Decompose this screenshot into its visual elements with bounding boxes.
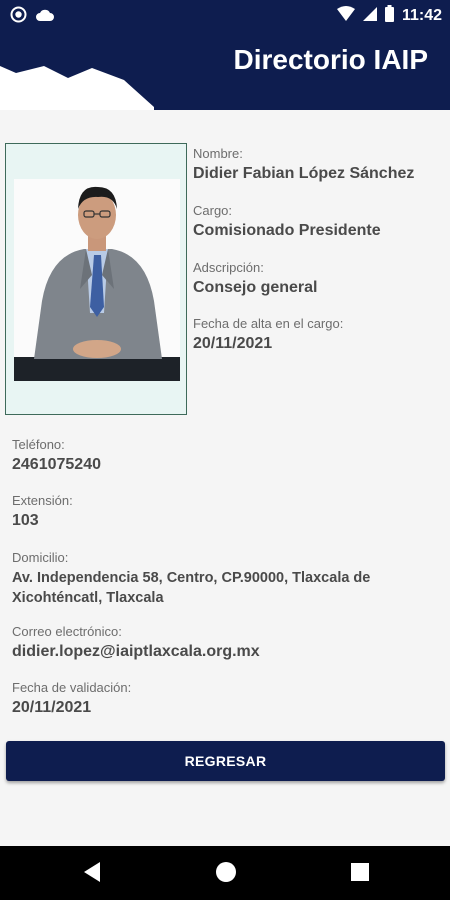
cargo-label: Cargo: bbox=[193, 203, 233, 218]
field-fecha-validacion: Fecha de validación: 20/11/2021 bbox=[12, 680, 131, 717]
circle-icon bbox=[10, 6, 27, 28]
field-fecha-alta: Fecha de alta en el cargo: 20/11/2021 bbox=[193, 316, 343, 353]
person-photo bbox=[14, 179, 180, 381]
adscripcion-label: Adscripción: bbox=[193, 260, 264, 275]
domicilio-value-line2: Xicohténcatl, Tlaxcala bbox=[12, 590, 164, 606]
nombre-value: Didier Fabian López Sánchez bbox=[193, 165, 415, 182]
nombre-label: Nombre: bbox=[193, 146, 243, 161]
cargo-value: Comisionado Presidente bbox=[193, 222, 381, 239]
field-nombre: Nombre: Didier Fabian López Sánchez bbox=[193, 146, 414, 183]
signal-icon bbox=[362, 6, 377, 27]
app-header: Directorio IAIP bbox=[0, 30, 450, 110]
home-nav-icon[interactable] bbox=[214, 860, 238, 889]
back-nav-icon[interactable] bbox=[82, 860, 102, 889]
field-correo: Correo electrónico: didier.lopez@iaiptla… bbox=[12, 624, 260, 661]
status-bar: 11:42 bbox=[0, 0, 450, 30]
fecha-alta-label: Fecha de alta en el cargo: bbox=[193, 316, 344, 331]
extension-value: 103 bbox=[12, 512, 39, 529]
page-title: Directorio IAIP bbox=[233, 44, 428, 75]
extension-label: Extensión: bbox=[12, 493, 73, 508]
field-extension: Extensión: 103 bbox=[12, 493, 73, 530]
correo-value: didier.lopez@iaiptlaxcala.org.mx bbox=[12, 643, 260, 660]
correo-label: Correo electrónico: bbox=[12, 624, 122, 639]
back-button[interactable]: REGRESAR bbox=[6, 741, 445, 781]
field-domicilio: Domicilio: Av. Independencia 58, Centro,… bbox=[12, 550, 437, 608]
telefono-value: 2461075240 bbox=[12, 456, 101, 473]
domicilio-label: Domicilio: bbox=[12, 550, 69, 565]
battery-icon bbox=[384, 5, 394, 27]
field-cargo: Cargo: Comisionado Presidente bbox=[193, 203, 381, 240]
clock-time: 11:42 bbox=[401, 7, 442, 24]
telefono-label: Teléfono: bbox=[12, 437, 65, 452]
domicilio-value-line1: Av. Independencia 58, Centro, CP.90000, … bbox=[12, 570, 371, 586]
field-telefono: Teléfono: 2461075240 bbox=[12, 437, 101, 474]
profile-photo bbox=[5, 143, 187, 415]
fecha-validacion-value: 20/11/2021 bbox=[12, 699, 92, 716]
fecha-validacion-label: Fecha de validación: bbox=[12, 680, 132, 695]
system-nav-bar bbox=[0, 846, 450, 900]
recents-nav-icon[interactable] bbox=[350, 862, 370, 887]
cloud-icon bbox=[35, 8, 55, 27]
field-adscripcion: Adscripción: Consejo general bbox=[193, 260, 317, 297]
wifi-icon bbox=[336, 5, 355, 27]
fecha-alta-value: 20/11/2021 bbox=[193, 335, 273, 352]
adscripcion-value: Consejo general bbox=[193, 279, 318, 296]
